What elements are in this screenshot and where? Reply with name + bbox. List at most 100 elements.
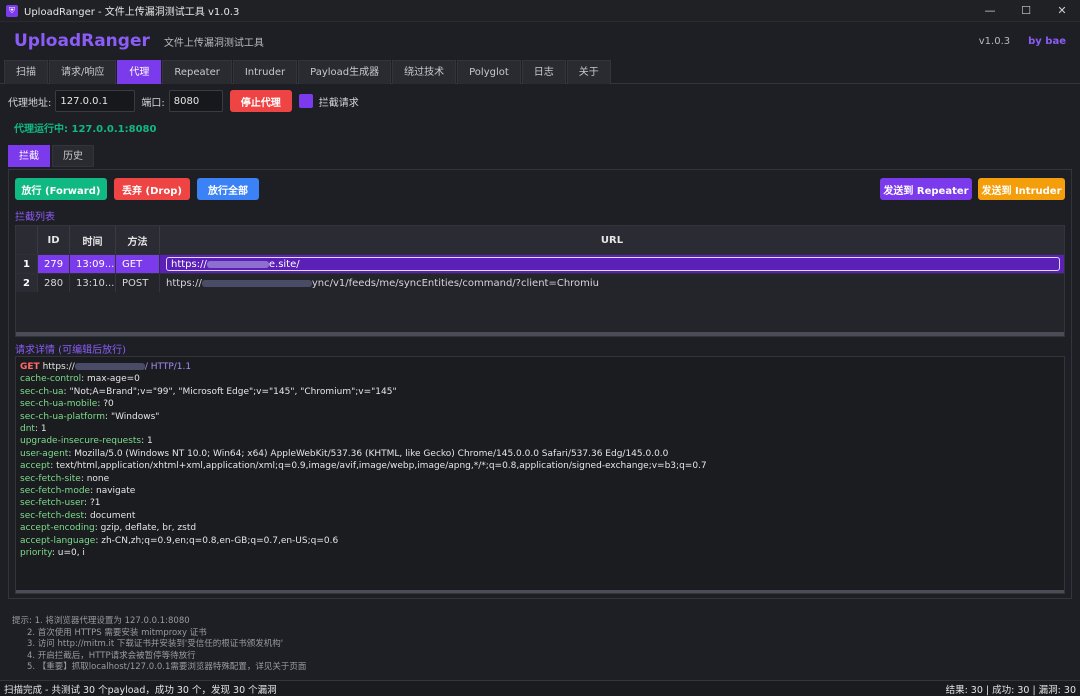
status-summary: 扫描完成 - 共测试 30 个payload，成功 30 个，发现 30 个漏洞 — [4, 684, 277, 696]
header-line: sec-ch-ua: "Not;A=Brand";v="99", "Micros… — [20, 386, 1060, 398]
table-row[interactable]: 2 280 13:10... POST https:// ync/v1/feed… — [16, 273, 1064, 292]
tab-bypass[interactable]: 绕过技术 — [392, 60, 457, 84]
header-line: upgrade-insecure-requests: 1 — [20, 435, 1060, 447]
request-url-prefix: https:// — [42, 362, 75, 372]
header-value: 1 — [147, 436, 153, 447]
url-editor[interactable]: https:// e.site/ — [166, 257, 1060, 271]
header-value: gzip, deflate, br, zstd — [100, 523, 197, 534]
forward-all-button[interactable]: 放行全部 — [197, 178, 259, 200]
row-number: 2 — [16, 274, 38, 292]
tip-line: 提示: 1. 将浏览器代理设置为 127.0.0.1:8080 — [12, 616, 190, 626]
header-value: zh-CN,zh;q=0.9,en;q=0.8,en-GB;q=0.7,en-U… — [101, 535, 339, 546]
tab-about[interactable]: 关于 — [566, 60, 611, 84]
header-line: cache-control: max-age=0 — [20, 373, 1060, 385]
send-to-repeater-button[interactable]: 发送到 Repeater — [880, 178, 972, 200]
subtab-intercept[interactable]: 拦截 — [8, 145, 50, 167]
author-label: by bae — [1028, 35, 1066, 47]
request-line: GET https:// / HTTP/1.1 — [20, 361, 1060, 373]
app-header: UploadRanger 文件上传漏洞测试工具 v1.0.3 by bae — [0, 22, 1080, 60]
status-bar: 扫描完成 - 共测试 30 个payload，成功 30 个，发现 30 个漏洞… — [0, 680, 1080, 696]
header-value: document — [89, 510, 136, 521]
intercept-checkbox[interactable] — [298, 94, 313, 108]
proxy-port-label: 端口: — [141, 97, 165, 109]
table-header: ID 时间 方法 URL — [16, 226, 1064, 254]
tip-line: 2. 首次使用 HTTPS 需要安装 mitmproxy 证书 — [27, 627, 207, 638]
tab-scan[interactable]: 扫描 — [4, 60, 48, 84]
request-detail-editor[interactable]: GET https:// / HTTP/1.1 cache-control: ma… — [15, 356, 1065, 594]
send-to-intruder-button[interactable]: 发送到 Intruder — [978, 178, 1065, 200]
tab-log[interactable]: 日志 — [521, 60, 566, 84]
header-value: ?0 — [103, 399, 114, 410]
tip-line: 5. 【重要】抓取localhost/127.0.0.1需要浏览器特殊配置，详见… — [27, 662, 307, 672]
header-key: sec-fetch-dest — [20, 510, 85, 521]
row-time: 13:09... — [70, 255, 116, 273]
url-suffix: ync/v1/feeds/me/syncEntities/command/?cl… — [311, 277, 600, 289]
header-line: sec-ch-ua-platform: "Windows" — [20, 411, 1060, 423]
subtab-history[interactable]: 历史 — [52, 145, 94, 167]
row-time: 13:10... — [70, 274, 116, 292]
row-url: https:// ync/v1/feeds/me/syncEntities/co… — [160, 274, 1064, 292]
header-value: ?1 — [89, 498, 101, 509]
proxy-port-input[interactable]: 8080 — [168, 90, 223, 112]
close-icon[interactable]: ✕ — [1044, 0, 1080, 22]
tab-polyglot[interactable]: Polyglot — [457, 60, 521, 84]
window-titlebar: ⛨ UploadRanger - 文件上传漏洞测试工具 v1.0.3 — ☐ ✕ — [0, 0, 1080, 22]
app-shield-icon: ⛨ — [6, 4, 18, 17]
tab-repeater[interactable]: Repeater — [162, 60, 232, 84]
header-value: navigate — [96, 486, 136, 497]
request-detail-label: 请求详情 (可编辑后放行) — [15, 345, 126, 356]
header-key: accept-language — [20, 535, 96, 546]
header-line: accept-encoding: gzip, deflate, br, zstd — [20, 522, 1060, 534]
stop-proxy-button[interactable]: 停止代理 — [229, 90, 292, 112]
maximize-icon[interactable]: ☐ — [1008, 0, 1044, 22]
header-key: upgrade-insecure-requests — [20, 436, 142, 447]
editor-scrollbar[interactable] — [16, 590, 1064, 593]
row-method: GET — [116, 255, 160, 273]
header-value: 1 — [40, 424, 47, 435]
window-controls: — ☐ ✕ — [972, 0, 1080, 22]
tab-proxy[interactable]: 代理 — [117, 60, 162, 84]
url-prefix: https:// — [166, 277, 202, 289]
header-line: dnt: 1 — [20, 423, 1060, 435]
proxy-address-input[interactable]: 127.0.0.1 — [55, 90, 136, 112]
header-key: accept-encoding — [20, 523, 95, 534]
proxy-settings-row: 代理地址: 127.0.0.1 端口: 8080 停止代理 拦截请求 — [0, 84, 1080, 118]
url-prefix: https:// — [171, 258, 207, 270]
row-id: 280 — [38, 274, 70, 292]
tip-line: 4. 开启拦截后，HTTP请求会被暂停等待放行 — [27, 650, 196, 661]
header-key: sec-ch-ua — [20, 386, 64, 397]
column-header-url[interactable]: URL — [160, 226, 1064, 254]
intercept-table: ID 时间 方法 URL 1 279 13:09... GET https://… — [15, 225, 1065, 337]
header-line: accept: text/html,application/xhtml+xml,… — [20, 460, 1060, 472]
header-value: "Not;A=Brand";v="99", "Microsoft Edge";v… — [69, 386, 397, 397]
tab-payload-generator[interactable]: Payload生成器 — [298, 60, 392, 84]
version-label: v1.0.3 — [978, 35, 1011, 47]
header-value: text/html,application/xhtml+xml,applicat… — [56, 461, 707, 472]
minimize-icon[interactable]: — — [972, 0, 1008, 22]
url-suffix: e.site/ — [268, 258, 300, 270]
header-line: sec-fetch-user: ?1 — [20, 497, 1060, 509]
row-method: POST — [116, 274, 160, 292]
drop-button[interactable]: 丢弃 (Drop) — [114, 178, 190, 200]
header-corner — [16, 226, 38, 254]
app-subtitle: 文件上传漏洞测试工具 — [163, 37, 264, 49]
header-value: Mozilla/5.0 (Windows NT 10.0; Win64; x64… — [74, 448, 669, 459]
header-value: u=0, i — [57, 548, 85, 559]
table-row[interactable]: 1 279 13:09... GET https:// e.site/ — [16, 254, 1064, 273]
column-header-id[interactable]: ID — [38, 226, 70, 254]
column-header-time[interactable]: 时间 — [70, 226, 116, 254]
forward-button[interactable]: 放行 (Forward) — [15, 178, 107, 200]
row-url[interactable]: https:// e.site/ — [160, 255, 1064, 273]
tips-block: 提示: 1. 将浏览器代理设置为 127.0.0.1:8080 2. 首次使用 … — [12, 616, 306, 674]
tab-request-response[interactable]: 请求/响应 — [49, 60, 117, 84]
header-key: sec-fetch-site — [20, 473, 81, 484]
horizontal-scrollbar[interactable] — [16, 332, 1064, 336]
header-key: dnt — [20, 424, 35, 435]
column-header-method[interactable]: 方法 — [116, 226, 160, 254]
header-line: user-agent: Mozilla/5.0 (Windows NT 10.0… — [20, 448, 1060, 460]
main-tabs: 扫描 请求/响应 代理 Repeater Intruder Payload生成器… — [0, 60, 1080, 84]
tab-intruder[interactable]: Intruder — [232, 60, 298, 84]
request-method: GET — [20, 362, 40, 372]
header-line: priority: u=0, i — [20, 547, 1060, 559]
redacted-blur — [74, 363, 145, 370]
